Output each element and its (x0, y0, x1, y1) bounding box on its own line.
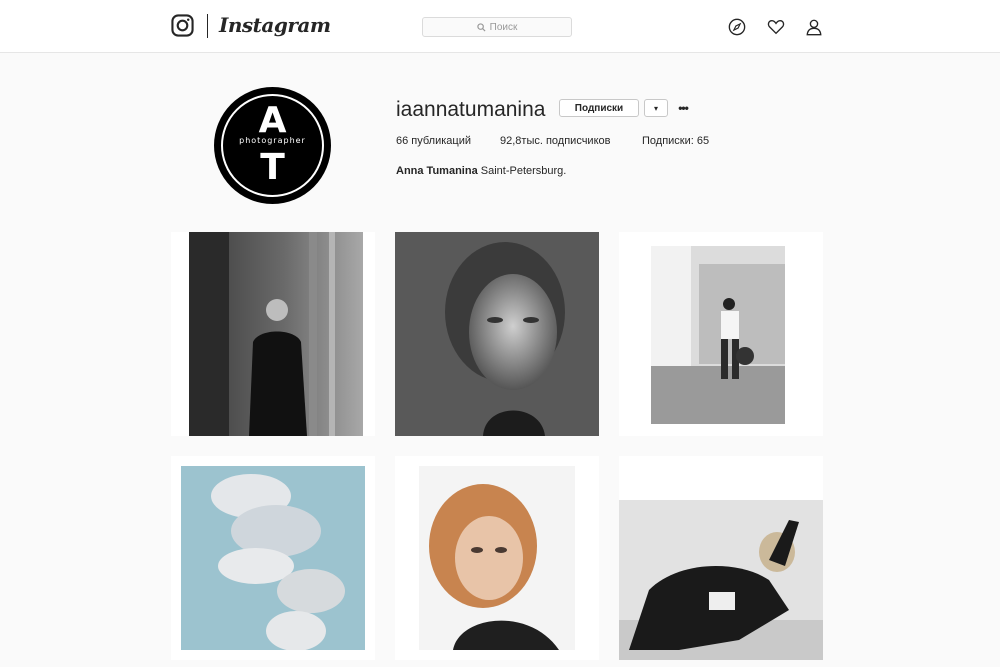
post-photo-1 (189, 232, 363, 436)
explore-compass-icon[interactable] (728, 18, 746, 36)
post-thumbnail[interactable] (395, 456, 599, 660)
followers-count[interactable]: 92,8тыс. подписчиков (500, 135, 610, 147)
post-thumbnail[interactable] (619, 456, 823, 660)
search-input[interactable]: Поиск (422, 17, 572, 37)
post-photo-4 (181, 466, 365, 650)
posts-count: 66 публикаций (396, 135, 472, 147)
post-thumbnail[interactable] (171, 456, 375, 660)
avatar-photographer-text: photographer (239, 136, 306, 145)
post-thumbnail[interactable] (395, 232, 599, 436)
following-button[interactable]: Подписки (559, 99, 639, 117)
post-photo-6 (619, 500, 823, 660)
more-options-button[interactable]: ••• (676, 99, 690, 117)
bio-text: Saint-Petersburg. (477, 165, 567, 177)
avatar-letter-t: T (260, 147, 285, 188)
profile-avatar[interactable]: A photographer T (214, 87, 331, 204)
search-placeholder: Поиск (489, 21, 518, 33)
profile-username: iaannatumanina (396, 98, 546, 121)
follow-dropdown-button[interactable]: ▾ (644, 99, 668, 117)
profile-bio: Anna Tumanina Saint-Petersburg. (396, 165, 566, 177)
post-photo-3 (651, 246, 785, 424)
post-photo-5 (419, 466, 575, 650)
instagram-wordmark[interactable]: Instagram (219, 13, 331, 37)
logo-divider (207, 14, 208, 38)
bio-full-name: Anna Tumanina (396, 165, 478, 177)
search-icon (476, 22, 486, 32)
profile-icon[interactable] (805, 18, 823, 36)
top-navigation-bar: Instagram Поиск (0, 0, 1000, 53)
post-thumbnail[interactable] (619, 232, 823, 436)
heart-icon[interactable] (767, 18, 785, 36)
post-photo-2 (395, 232, 599, 436)
instagram-logo-icon[interactable] (171, 14, 194, 37)
post-thumbnail[interactable] (171, 232, 375, 436)
following-count[interactable]: Подписки: 65 (642, 135, 709, 147)
avatar-letter-a: A (258, 100, 287, 141)
